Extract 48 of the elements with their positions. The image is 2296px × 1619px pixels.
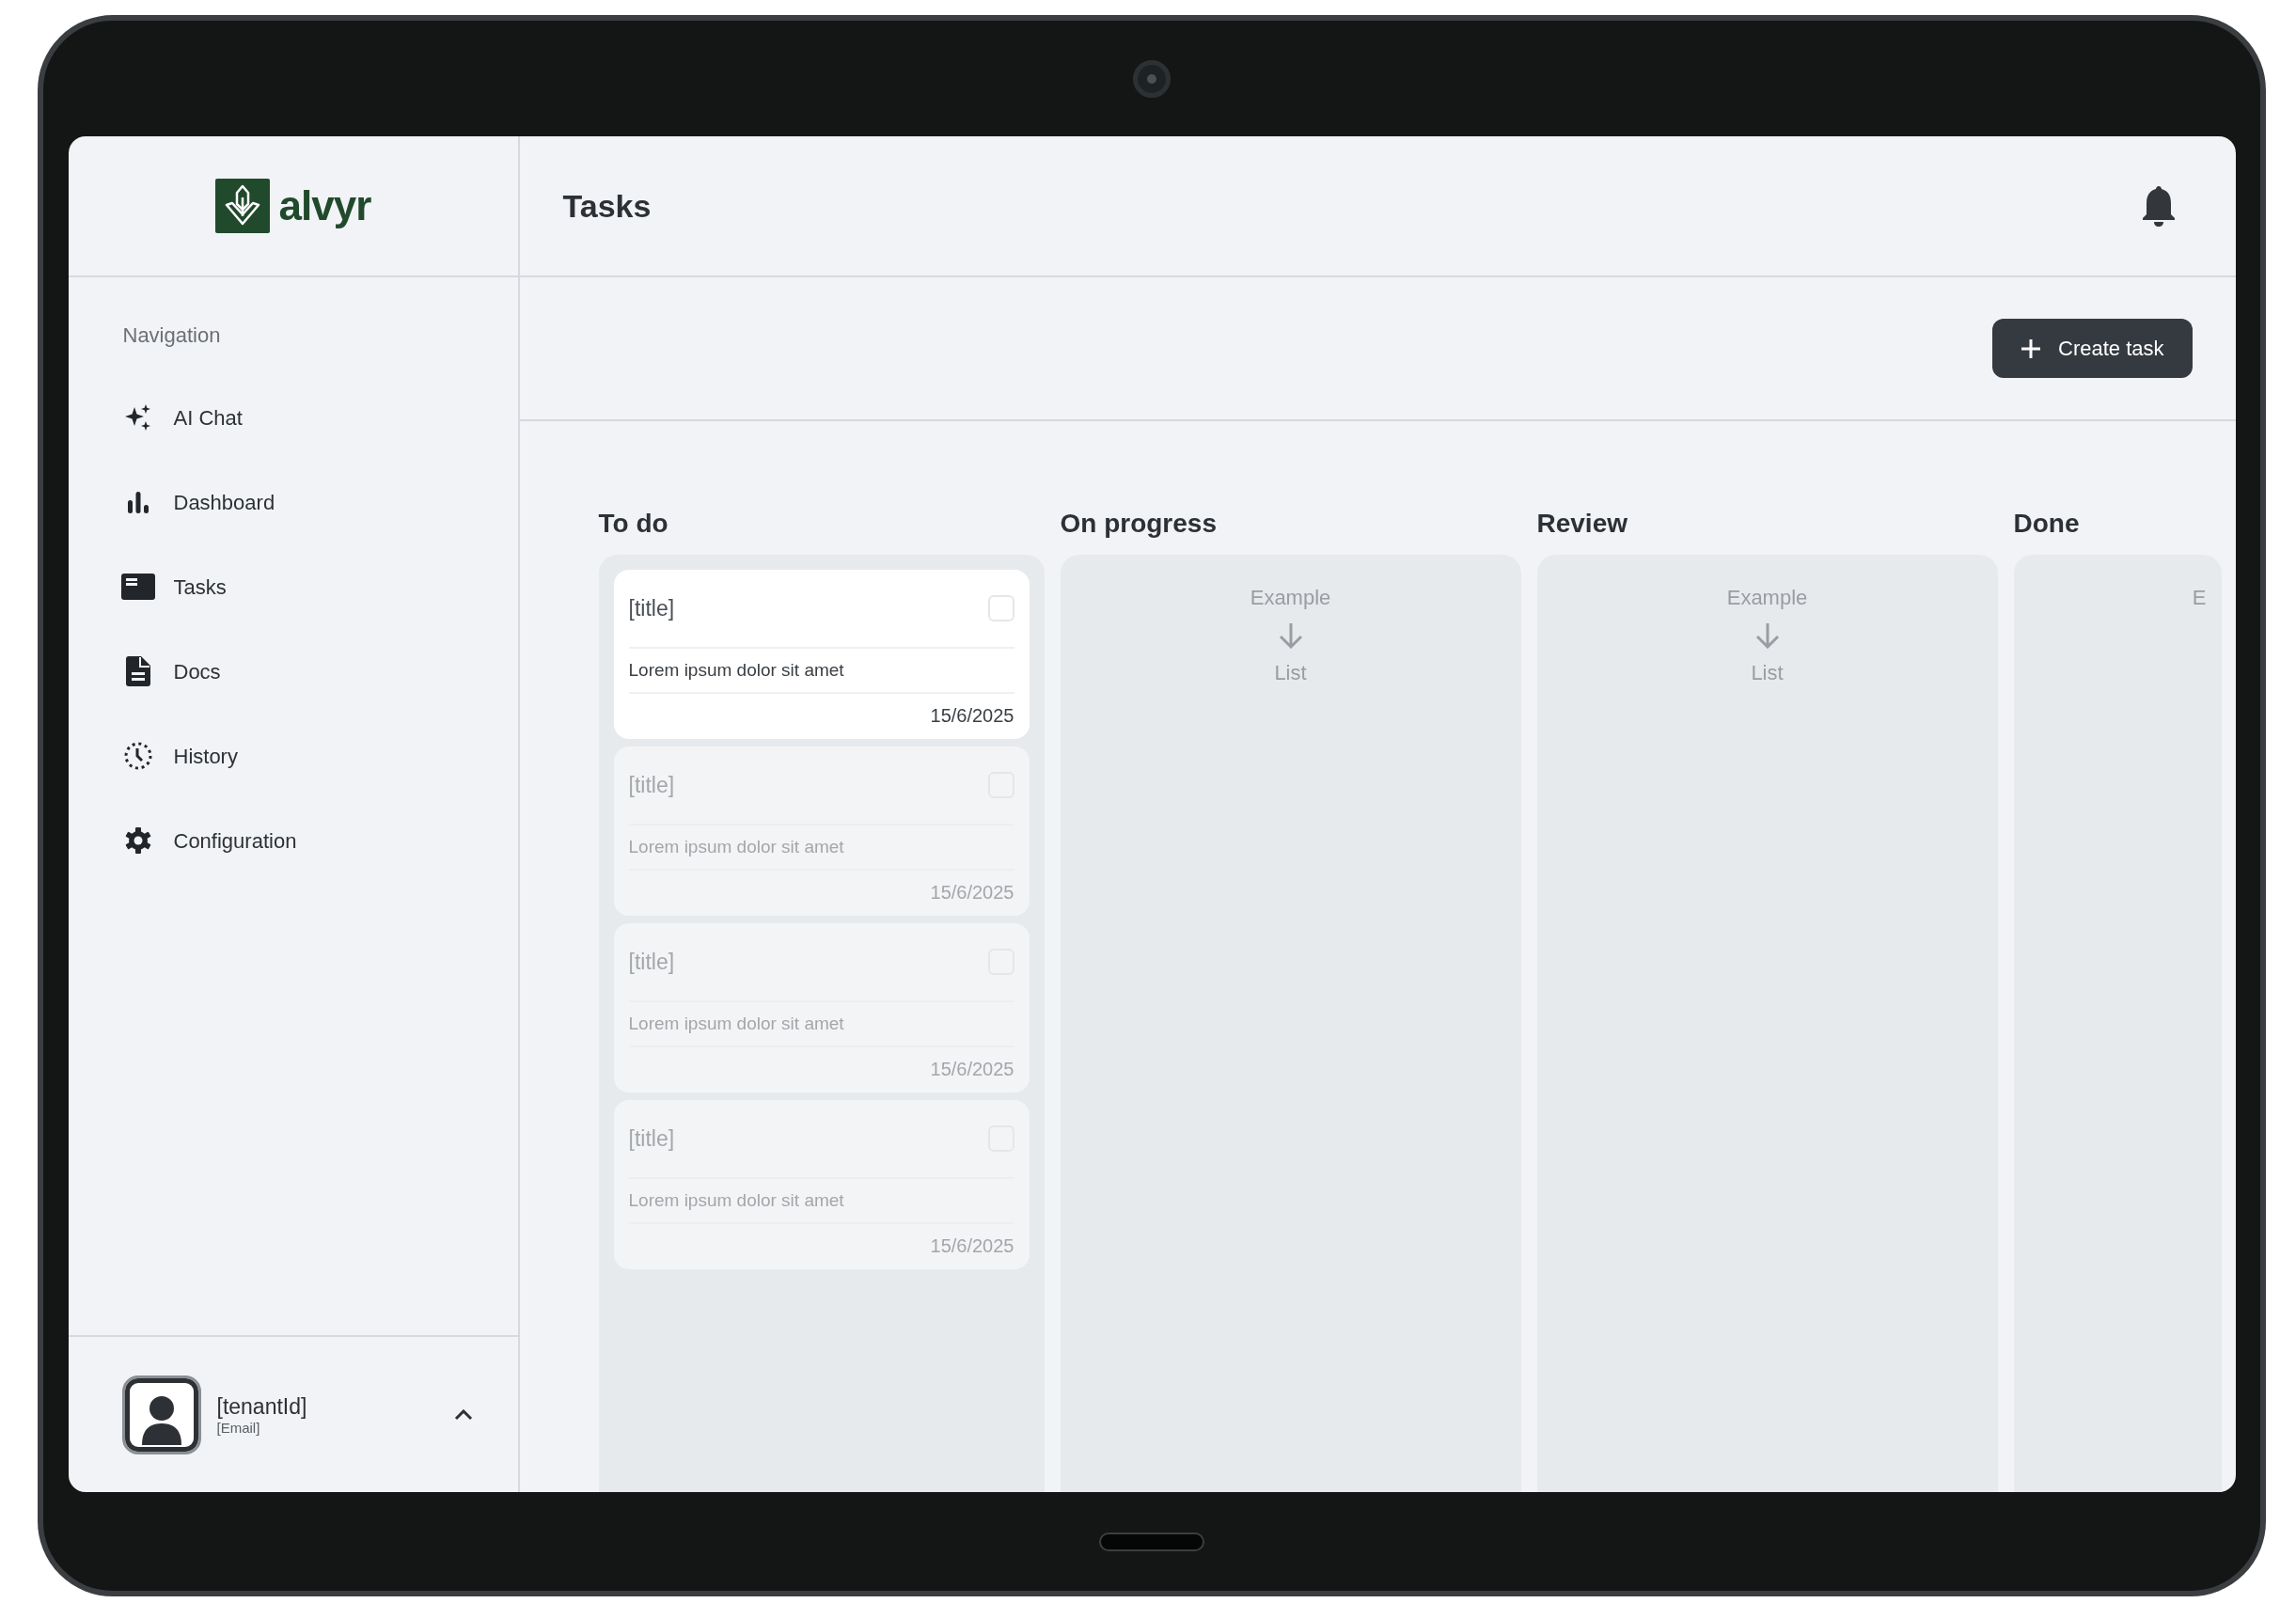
task-date: 15/6/2025 [930, 881, 1014, 904]
column-title: Done [2013, 508, 2081, 540]
window-icon [120, 574, 155, 600]
page-title: Tasks [562, 186, 652, 226]
nav-item[interactable]: Configuration [120, 798, 464, 883]
down-arrow-icon [1754, 622, 1780, 649]
task-description: Lorem ipsum dolor sit amet [628, 835, 844, 858]
camera-icon [1133, 59, 1171, 98]
task-description: Lorem ipsum dolor sit amet [628, 1188, 844, 1212]
task-date: 15/6/2025 [930, 704, 1014, 728]
down-arrow-icon [1278, 622, 1303, 649]
nav-item[interactable]: AI Chat [120, 375, 464, 460]
nav-item[interactable]: Tasks [120, 544, 464, 629]
task-title: [title] [628, 594, 675, 622]
document-icon [125, 656, 150, 686]
placeholder-text: E [2192, 585, 2207, 611]
placeholder-text: List [1751, 660, 1784, 686]
column-title: Review [1536, 508, 1628, 540]
column-title: To do [598, 508, 669, 540]
task-title: [title] [628, 771, 675, 799]
avatar-icon [124, 1377, 198, 1452]
task-description: Lorem ipsum dolor sit amet [628, 1012, 844, 1035]
checkbox[interactable] [987, 595, 1014, 621]
task-title: [title] [628, 948, 675, 976]
logo-text: alvyr [278, 185, 371, 227]
column-title: On progress [1060, 508, 1218, 540]
task-date: 15/6/2025 [930, 1234, 1014, 1258]
task-description: Lorem ipsum dolor sit amet [628, 658, 844, 682]
placeholder-text: List [1274, 660, 1307, 686]
notification-bell-icon[interactable] [2141, 184, 2176, 228]
logo-icon [214, 179, 270, 233]
chevron-up-icon [453, 1408, 473, 1421]
task-title: [title] [628, 1124, 675, 1153]
placeholder-text: Example [1250, 585, 1331, 611]
task-date: 15/6/2025 [930, 1058, 1014, 1081]
nav-item[interactable]: History [120, 714, 464, 798]
clock-icon [122, 741, 153, 771]
plus-icon [2021, 338, 2041, 359]
tenant-name: [tenantId] [216, 1392, 308, 1420]
nav-item[interactable]: Docs [120, 629, 464, 714]
user-menu[interactable]: [tenantId] [Email] [68, 1335, 518, 1492]
nav-item[interactable]: Dashboard [120, 460, 464, 544]
placeholder-text: Example [1726, 585, 1808, 611]
section-label: Navigation [122, 322, 222, 349]
create-task-button[interactable]: Create task [1992, 319, 2193, 378]
settings-icon [123, 826, 152, 855]
user-email: [Email] [216, 1419, 261, 1437]
task-card[interactable]: [title] Lorem ipsum dolor sit amet 15/6/2025 [613, 570, 1030, 739]
